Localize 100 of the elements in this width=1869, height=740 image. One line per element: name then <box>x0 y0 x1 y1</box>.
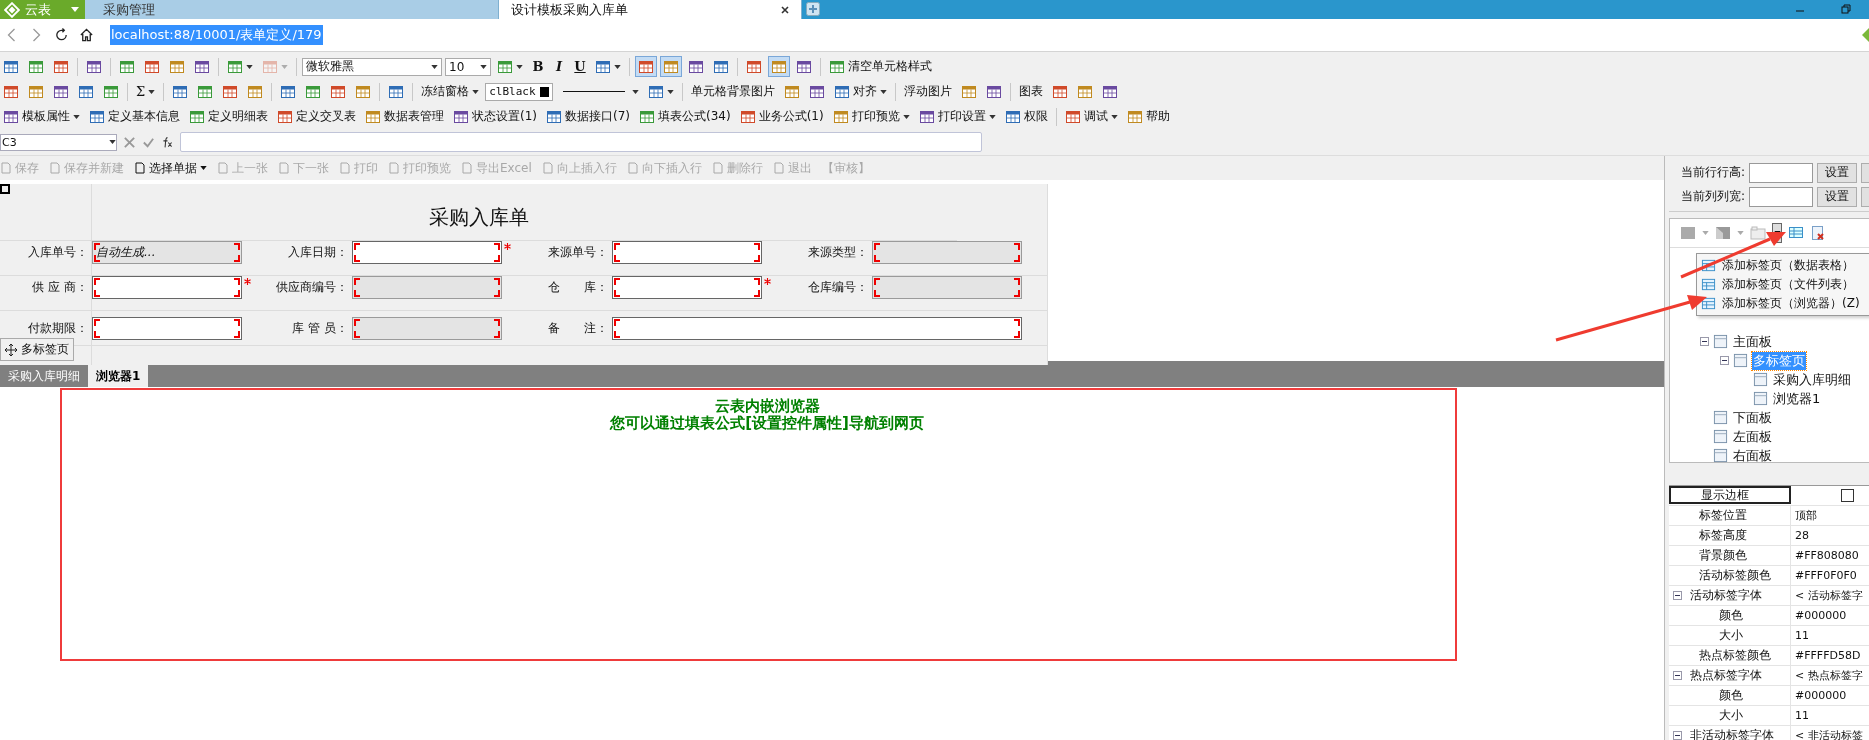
toolbar-button[interactable]: Σ <box>133 81 159 102</box>
property-value[interactable]: 11 <box>1795 629 1809 642</box>
property-name[interactable]: 标签高度 <box>1669 526 1791 545</box>
panel-icon[interactable] <box>1680 225 1696 241</box>
toolbar-button[interactable]: 状态设置(1) <box>450 106 540 127</box>
table-icon[interactable] <box>1788 225 1804 241</box>
toolbar-button[interactable]: 浮动图片 <box>901 81 956 102</box>
property-value[interactable]: 顶部 <box>1795 508 1817 523</box>
property-name[interactable]: 颜色 <box>1669 606 1791 625</box>
input-field[interactable] <box>352 241 502 264</box>
toolbar-button[interactable]: B <box>529 56 547 77</box>
action-button[interactable]: 选择单据 <box>134 159 207 177</box>
collapse-icon[interactable] <box>1673 591 1682 600</box>
property-name[interactable]: 标签位置 <box>1669 506 1791 525</box>
property-value[interactable]: #FFFFD58D <box>1795 649 1861 662</box>
input-field[interactable] <box>352 316 502 340</box>
toolbar-button[interactable]: U <box>571 56 589 77</box>
function-icon[interactable] <box>161 135 174 149</box>
toolbar-button[interactable]: 帮助 <box>1123 106 1173 127</box>
property-name[interactable]: 显示边框 <box>1669 486 1791 504</box>
tree-item[interactable]: 主面板 <box>1732 332 1773 351</box>
input-field[interactable] <box>92 316 242 340</box>
browser-tab[interactable]: 设计模板采购入库单 <box>499 0 802 19</box>
formula-field[interactable] <box>180 132 982 152</box>
property-name[interactable]: 热点标签颜色 <box>1669 646 1791 665</box>
menu-item[interactable]: 添加标签页（数据表格） <box>1697 256 1869 275</box>
tree-item[interactable]: 右面板 <box>1732 446 1773 465</box>
input-field[interactable]: 自动生成... <box>92 241 242 264</box>
caret-icon[interactable] <box>1702 231 1709 235</box>
property-name[interactable]: 大小 <box>1669 626 1791 645</box>
collapse-icon[interactable] <box>1700 337 1709 346</box>
multi-tab-tag[interactable]: 多标签页 <box>0 338 74 361</box>
toolbar-button[interactable]: 定义交叉表 <box>274 106 359 127</box>
panel-icon[interactable] <box>1715 225 1731 241</box>
toolbar-button[interactable]: 清空单元格样式 <box>826 56 935 77</box>
tree-item[interactable]: 下面板 <box>1732 408 1773 427</box>
toolbar-button[interactable]: 图表 <box>1016 81 1047 102</box>
collapse-icon[interactable] <box>1673 671 1682 680</box>
toolbar-button[interactable] <box>635 56 657 77</box>
refresh-icon[interactable] <box>54 27 69 43</box>
tree-item[interactable]: 浏览器1 <box>1772 389 1822 408</box>
check-icon[interactable] <box>142 135 155 149</box>
toolbar-button[interactable]: 调试 <box>1061 106 1121 127</box>
toolbar-button[interactable]: 单元格背景图片 <box>688 81 779 102</box>
property-name[interactable]: 热点标签字体 <box>1669 666 1791 685</box>
checkbox[interactable] <box>1841 489 1854 502</box>
toolbar-button[interactable] <box>768 56 790 77</box>
input-field[interactable] <box>1749 186 1814 207</box>
selection-handle-icon[interactable] <box>0 184 10 194</box>
property-value[interactable]: #000000 <box>1795 689 1847 702</box>
cell-name-field[interactable]: C3 <box>0 133 117 151</box>
input-field[interactable] <box>612 241 762 264</box>
property-name[interactable]: 非活动标签字体 <box>1669 726 1791 740</box>
toolbar-button[interactable]: 权限 <box>1001 106 1051 127</box>
property-name[interactable]: 背景颜色 <box>1669 546 1791 565</box>
property-value[interactable]: < 活动标签字 <box>1795 588 1863 603</box>
set-button[interactable]: 设置 <box>1817 186 1858 207</box>
toolbar-button[interactable]: 数据接口(7) <box>543 106 633 127</box>
collapse-icon[interactable] <box>1673 731 1682 740</box>
toolbar-button[interactable]: 业务公式(1) <box>736 106 827 127</box>
toolbar-button[interactable]: I <box>550 56 568 77</box>
property-value[interactable]: #FF808080 <box>1795 549 1859 562</box>
cancel-icon[interactable] <box>123 135 136 149</box>
toolbar-button[interactable]: 模板属性 <box>0 106 83 127</box>
property-name[interactable]: 颜色 <box>1669 686 1791 705</box>
caret-icon[interactable] <box>1737 231 1744 235</box>
input-field[interactable] <box>872 241 1022 264</box>
restore-icon[interactable] <box>1840 3 1852 15</box>
color-dropdown[interactable]: clBlack <box>485 82 554 101</box>
input-field[interactable] <box>92 276 242 299</box>
tree-item[interactable]: 采购入库明细 <box>1772 370 1852 389</box>
home-icon[interactable] <box>79 27 94 43</box>
property-value[interactable]: #000000 <box>1795 609 1847 622</box>
dropdown-field[interactable]: 10 <box>445 57 491 76</box>
property-value[interactable]: #FFF0F0F0 <box>1795 569 1857 582</box>
input-field[interactable] <box>1749 162 1814 183</box>
add-tab-icon[interactable] <box>806 2 820 16</box>
input-field[interactable] <box>612 316 1022 340</box>
toolbar-button[interactable]: 数据表管理 <box>362 106 447 127</box>
toolbar-button[interactable]: 打印设置 <box>915 106 999 127</box>
close-icon[interactable] <box>781 5 789 14</box>
toolbar-button[interactable]: 对齐 <box>831 81 891 102</box>
toolbar-button[interactable]: 冻结窗格 <box>418 81 483 102</box>
set-button[interactable]: 设置 <box>1817 162 1858 183</box>
collapse-icon[interactable] <box>1720 356 1729 365</box>
toolbar-button[interactable] <box>660 56 682 77</box>
input-field[interactable] <box>352 276 502 299</box>
property-value[interactable]: < 非活动标签 <box>1795 728 1863 740</box>
dropdown-field[interactable]: 微软雅黑 <box>302 57 442 76</box>
toolbar-button[interactable]: 定义明细表 <box>186 106 271 127</box>
property-value[interactable]: 28 <box>1795 529 1809 542</box>
property-name[interactable]: 活动标签字体 <box>1669 586 1791 605</box>
panel-tab[interactable]: 浏览器1 <box>88 365 149 387</box>
property-name[interactable]: 大小 <box>1669 706 1791 725</box>
panel-tab[interactable]: 采购入库明细 <box>0 365 88 387</box>
tree-item[interactable]: 左面板 <box>1732 427 1773 446</box>
property-name[interactable]: 活动标签颜色 <box>1669 566 1791 585</box>
toolbar-button[interactable]: 打印预览 <box>829 106 913 127</box>
property-value[interactable]: < 热点标签字 <box>1795 668 1863 683</box>
input-field[interactable] <box>872 276 1022 299</box>
